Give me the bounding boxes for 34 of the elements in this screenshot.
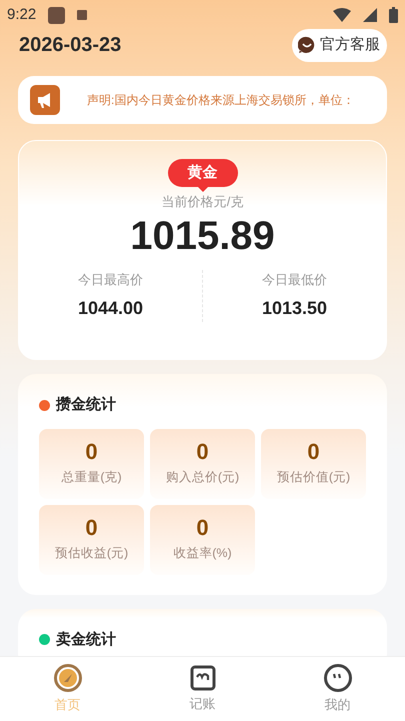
smile-icon [322, 663, 352, 694]
tab-bar-item[interactable]: 首页 [0, 657, 135, 721]
stat-value: 1013.50 [262, 297, 328, 320]
signal-icon [363, 8, 377, 22]
tab-bar-item[interactable]: 记账 [135, 657, 270, 721]
section-title: 攒金统计 [56, 395, 116, 415]
tile-label: 总重量(克) [61, 469, 122, 486]
stat-value: 1044.00 [78, 297, 144, 320]
notice-text: 声明:国内今日黄金价格来源上海交易锁所，单位： [87, 92, 354, 109]
compass-icon [52, 663, 82, 694]
tile-label: 预估价值(元) [276, 469, 350, 486]
stat-label: 今日最高价 [78, 270, 143, 288]
price-label: 当前价格元/克 [162, 193, 244, 211]
tile-value: 0 [85, 516, 98, 540]
chat-icon [298, 36, 316, 54]
tile-value: 0 [196, 440, 209, 464]
customer-service-button[interactable]: 官方客服 [292, 28, 387, 62]
date-title: 2026-03-23 [19, 33, 122, 58]
chart-icon [188, 664, 216, 692]
tile-label: 购入总价(元) [166, 469, 240, 486]
tab-bar-item[interactable]: 我的 [270, 657, 405, 721]
wifi-icon [333, 8, 351, 22]
tile-value: 0 [196, 516, 209, 540]
stat-label: 今日最低价 [262, 270, 327, 288]
app-notification-icon [48, 6, 66, 24]
megaphone-icon [30, 85, 60, 115]
status-time: 9:22 [7, 4, 36, 25]
battery-icon [389, 7, 398, 23]
tile-label: 收益率(%) [173, 545, 232, 562]
tile-value: 0 [85, 440, 98, 464]
current-price: 1015.89 [130, 212, 275, 260]
tile-value: 0 [307, 440, 320, 464]
tile-label: 预估收益(元) [54, 545, 128, 562]
section-title: 卖金统计 [56, 630, 116, 650]
